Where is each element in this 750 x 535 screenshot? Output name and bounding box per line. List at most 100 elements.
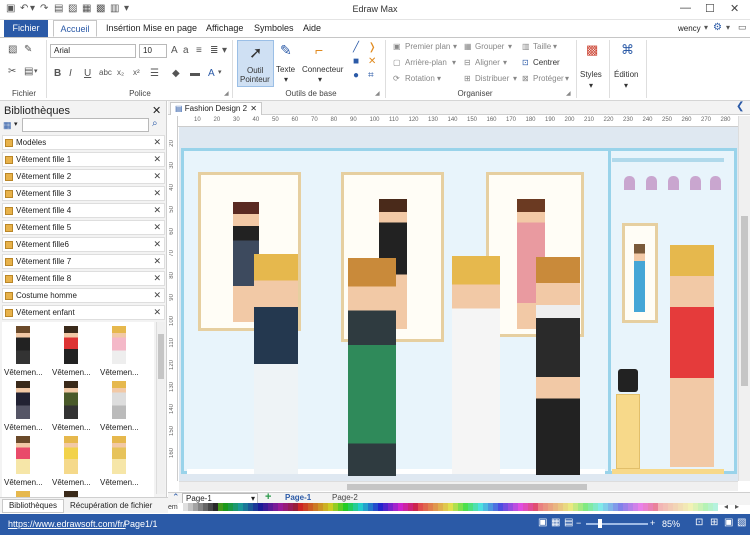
- model-figure[interactable]: [634, 244, 645, 312]
- zoom-in-icon[interactable]: +: [650, 518, 655, 528]
- fit-page-icon[interactable]: ⊡: [695, 517, 703, 528]
- align-dropdown-icon[interactable]: ▾: [222, 45, 227, 56]
- strikethrough-icon[interactable]: abc: [99, 68, 112, 77]
- highlight-icon[interactable]: ▬: [190, 68, 200, 79]
- arc-tool-icon[interactable]: ❭: [368, 42, 376, 53]
- close-icon[interactable]: ✕: [153, 273, 161, 284]
- align-left-icon[interactable]: ≡: [196, 45, 202, 56]
- tab-mise-en-page[interactable]: Mise en page: [137, 20, 203, 37]
- arriere-plan-button[interactable]: Arrière-plan: [405, 58, 447, 67]
- bullets-icon[interactable]: ☰: [150, 68, 159, 79]
- tab-aide[interactable]: Aide: [297, 20, 327, 37]
- close-icon[interactable]: ✕: [153, 171, 161, 182]
- library-close-icon[interactable]: ✕: [152, 104, 161, 117]
- shape-thumbnail[interactable]: Vêtemen...: [4, 379, 43, 437]
- shape-thumbnail[interactable]: Vêtemen...: [52, 379, 91, 437]
- shrink-font-icon[interactable]: a: [183, 45, 189, 56]
- move-tool-icon[interactable]: ⌗: [368, 70, 374, 81]
- settings-gear-icon[interactable]: ⚙: [713, 22, 722, 33]
- ellipse-tool-icon[interactable]: ●: [353, 70, 359, 81]
- library-grid-icon[interactable]: ▦: [3, 120, 12, 131]
- close-icon[interactable]: ✕: [153, 205, 161, 216]
- text-color-icon[interactable]: A: [208, 68, 215, 79]
- tab-bibliotheques[interactable]: Bibliothèques: [2, 499, 64, 513]
- close-icon[interactable]: ✕: [153, 188, 161, 199]
- font-size-select[interactable]: 10: [139, 44, 167, 58]
- user-dropdown-icon[interactable]: ▾: [704, 23, 708, 32]
- palette-scroll-right-icon[interactable]: ▸: [735, 502, 739, 511]
- shape-thumbnail[interactable]: Vêtemen...: [4, 434, 43, 492]
- align-center-icon[interactable]: ≣: [210, 45, 218, 56]
- centrer-button[interactable]: Centrer: [533, 58, 560, 67]
- vertical-scroll-thumb[interactable]: [741, 216, 748, 386]
- close-icon[interactable]: ✕: [153, 154, 161, 165]
- page-tab-2[interactable]: Page-2: [332, 493, 358, 502]
- grouper-dropdown-icon[interactable]: ▾: [508, 42, 512, 51]
- outils-launcher-icon[interactable]: ◢: [375, 90, 380, 97]
- distribuer-dropdown-icon[interactable]: ▾: [513, 74, 517, 83]
- horizontal-scroll-thumb[interactable]: [347, 484, 587, 490]
- model-figure[interactable]: [348, 258, 396, 476]
- shape-thumbnail[interactable]: Vêtemen...: [100, 379, 139, 437]
- library-item[interactable]: Vêtement fille 1 ✕: [2, 152, 165, 167]
- library-scrollbar[interactable]: [156, 322, 165, 494]
- shape-thumbnail[interactable]: Vêtemen...: [100, 324, 139, 382]
- library-search-input[interactable]: [22, 118, 149, 132]
- shape-thumbnail[interactable]: [4, 489, 42, 497]
- settings-dropdown-icon[interactable]: ▾: [726, 23, 730, 32]
- shape-thumbnail[interactable]: [52, 489, 90, 497]
- shape-thumbnail[interactable]: Vêtemen...: [4, 324, 43, 382]
- user-name[interactable]: wency: [678, 24, 701, 33]
- zoom-slider[interactable]: [586, 523, 648, 525]
- library-item[interactable]: Vêtement enfant ✕: [2, 305, 165, 320]
- model-figure[interactable]: [254, 254, 298, 474]
- rotation-button[interactable]: Rotation: [405, 74, 435, 83]
- premier-plan-button[interactable]: Premier plan: [405, 42, 450, 51]
- taille-button[interactable]: Taille: [533, 42, 551, 51]
- close-icon[interactable]: ✕: [153, 307, 161, 318]
- proteger-dropdown-icon[interactable]: ▾: [565, 74, 569, 83]
- shape-thumbnail[interactable]: Vêtemen...: [52, 434, 91, 492]
- ribbon-options-icon[interactable]: ▭: [738, 22, 747, 33]
- underline-icon[interactable]: U: [84, 68, 91, 79]
- close-icon[interactable]: ✕: [153, 222, 161, 233]
- view-fit-icon[interactable]: ▤: [564, 517, 573, 528]
- palette-scroll-left-icon[interactable]: ◂: [724, 502, 728, 511]
- texte-button[interactable]: ✎ Texte ▾: [276, 40, 298, 87]
- library-item[interactable]: Vêtement fille 7 ✕: [2, 254, 165, 269]
- search-icon[interactable]: ⌕: [152, 118, 158, 129]
- model-figure[interactable]: [670, 245, 714, 467]
- fullscreen-icon[interactable]: ▣: [724, 517, 733, 528]
- document-tab[interactable]: ▤ Fashion Design 2 ✕: [170, 102, 262, 115]
- italic-icon[interactable]: I: [69, 68, 72, 79]
- close-icon[interactable]: ✕: [153, 239, 161, 250]
- styles-button[interactable]: ▩ Styles ▾: [580, 40, 606, 92]
- website-link[interactable]: https://www.edrawsoft.com/fr/: [8, 519, 126, 529]
- organiser-launcher-icon[interactable]: ◢: [566, 90, 571, 97]
- page-up-icon[interactable]: ⌃: [172, 492, 180, 503]
- new-file-icon[interactable]: ▧: [8, 44, 17, 55]
- zoom-out-icon[interactable]: −: [576, 518, 581, 528]
- line-tool-icon[interactable]: ╱: [353, 42, 359, 53]
- rotation-dropdown-icon[interactable]: ▾: [437, 74, 441, 83]
- library-item[interactable]: Vêtement fille 4 ✕: [2, 203, 165, 218]
- close-icon[interactable]: ✕: [153, 290, 161, 301]
- connecteur-button[interactable]: ⌐ Connecteur ▾: [300, 40, 344, 87]
- close-window-icon[interactable]: ✕: [730, 2, 739, 15]
- maximize-icon[interactable]: ☐: [705, 2, 715, 15]
- bold-icon[interactable]: B: [54, 68, 61, 79]
- add-page-icon[interactable]: +: [265, 491, 271, 503]
- grouper-button[interactable]: Grouper: [475, 42, 504, 51]
- shape-thumbnail[interactable]: Vêtemen...: [52, 324, 91, 382]
- library-item[interactable]: Modèles ✕: [2, 135, 165, 150]
- library-scroll-thumb[interactable]: [158, 334, 164, 379]
- rectangle-tool-icon[interactable]: ■: [353, 56, 359, 67]
- tab-accueil[interactable]: Accueil: [53, 20, 97, 37]
- cross-tool-icon[interactable]: ✕: [368, 56, 376, 67]
- premier-plan-dropdown-icon[interactable]: ▾: [453, 42, 457, 51]
- arriere-plan-dropdown-icon[interactable]: ▾: [452, 58, 456, 67]
- library-item[interactable]: Vêtement fille 3 ✕: [2, 186, 165, 201]
- shape-thumbnail[interactable]: Vêtemen...: [100, 434, 139, 492]
- distribuer-button[interactable]: Distribuer: [475, 74, 509, 83]
- paste-dropdown-icon[interactable]: ▾: [34, 67, 38, 75]
